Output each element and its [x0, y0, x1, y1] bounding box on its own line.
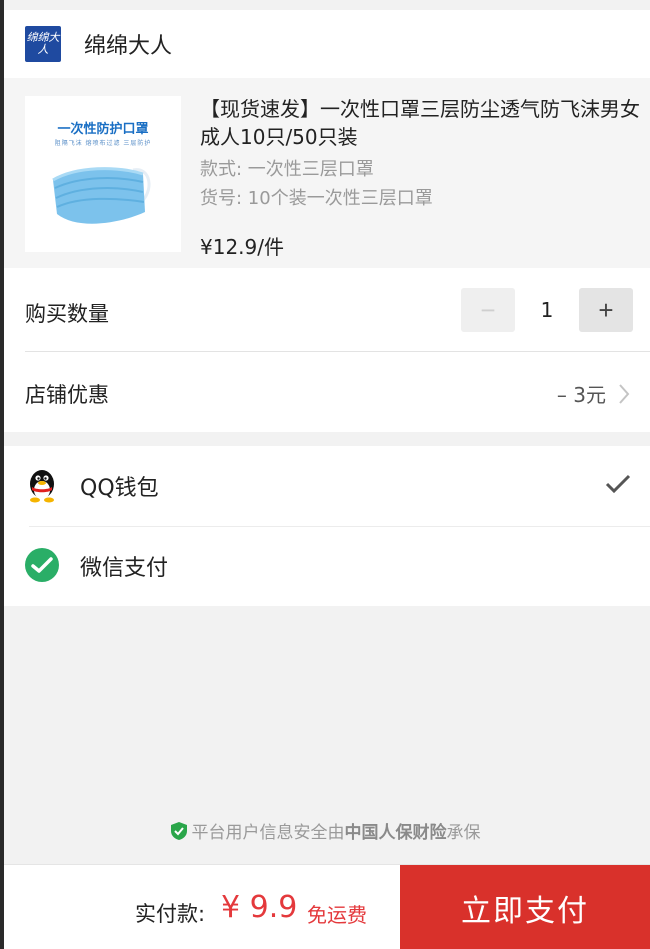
product-title: 【现货速发】一次性口罩三层防尘透气防飞沫男女成人10只/50只装	[200, 97, 640, 149]
chevron-right-icon	[619, 384, 630, 404]
payment-option-wechat-pay[interactable]: 微信支付	[4, 526, 650, 606]
payment-option-label: QQ钱包	[80, 476, 159, 501]
shop-discount-label: 店铺优惠	[25, 383, 109, 407]
shop-discount-row[interactable]: 店铺优惠 – 3元	[4, 352, 650, 432]
shop-logo: 绵绵大人	[25, 26, 61, 62]
pay-now-button[interactable]: 立即支付	[400, 865, 650, 949]
payment-methods: QQ钱包 微信支付	[4, 446, 650, 606]
quantity-label: 购买数量	[25, 302, 109, 326]
checkmark-icon	[605, 474, 631, 494]
shipping-label: 免运费	[307, 903, 367, 927]
wechat-icon	[25, 548, 59, 582]
product-price: ¥12.9/件	[200, 235, 284, 259]
shield-check-icon	[170, 822, 187, 840]
security-text-suffix: 承保	[446, 823, 481, 843]
security-text-prefix: 平台用户信息安全由	[191, 823, 345, 843]
product-image: 一次性防护口罩 阻隔飞沫 熔喷布过滤 三层防护	[25, 96, 181, 252]
total-amount: ¥ 9.9	[221, 890, 298, 925]
face-mask-icon	[52, 167, 151, 224]
product-card: 一次性防护口罩 阻隔飞沫 熔喷布过滤 三层防护 【现货速发】一次性口罩三层防尘透…	[4, 78, 650, 268]
security-insurer: 中国人保财险	[344, 823, 447, 843]
total-label: 实付款:	[135, 902, 206, 926]
product-image-subtitle: 阻隔飞沫 熔喷布过滤 三层防护	[54, 140, 152, 147]
payment-option-label: 微信支付	[80, 556, 169, 581]
shop-header[interactable]: 绵绵大人 绵绵大人	[4, 10, 650, 78]
security-notice: 平台用户信息安全由中国人保财险承保	[0, 818, 650, 843]
product-style: 款式: 一次性三层口罩	[200, 159, 374, 180]
quantity-decrease-button[interactable]: −	[461, 288, 515, 332]
quantity-value[interactable]: 1	[515, 288, 579, 332]
shop-discount-value: – 3元	[556, 383, 606, 407]
checkout-bar: 实付款: ¥ 9.9 免运费 立即支付	[4, 864, 650, 949]
quantity-row: 购买数量 − 1 +	[4, 268, 650, 352]
product-sku: 货号: 10个装一次性三层口罩	[200, 188, 433, 209]
shop-name: 绵绵大人	[84, 34, 173, 59]
payment-option-qq-wallet[interactable]: QQ钱包	[4, 446, 650, 527]
product-image-title: 一次性防护口罩	[57, 122, 149, 137]
qq-penguin-icon	[30, 470, 54, 503]
quantity-increase-button[interactable]: +	[579, 288, 633, 332]
